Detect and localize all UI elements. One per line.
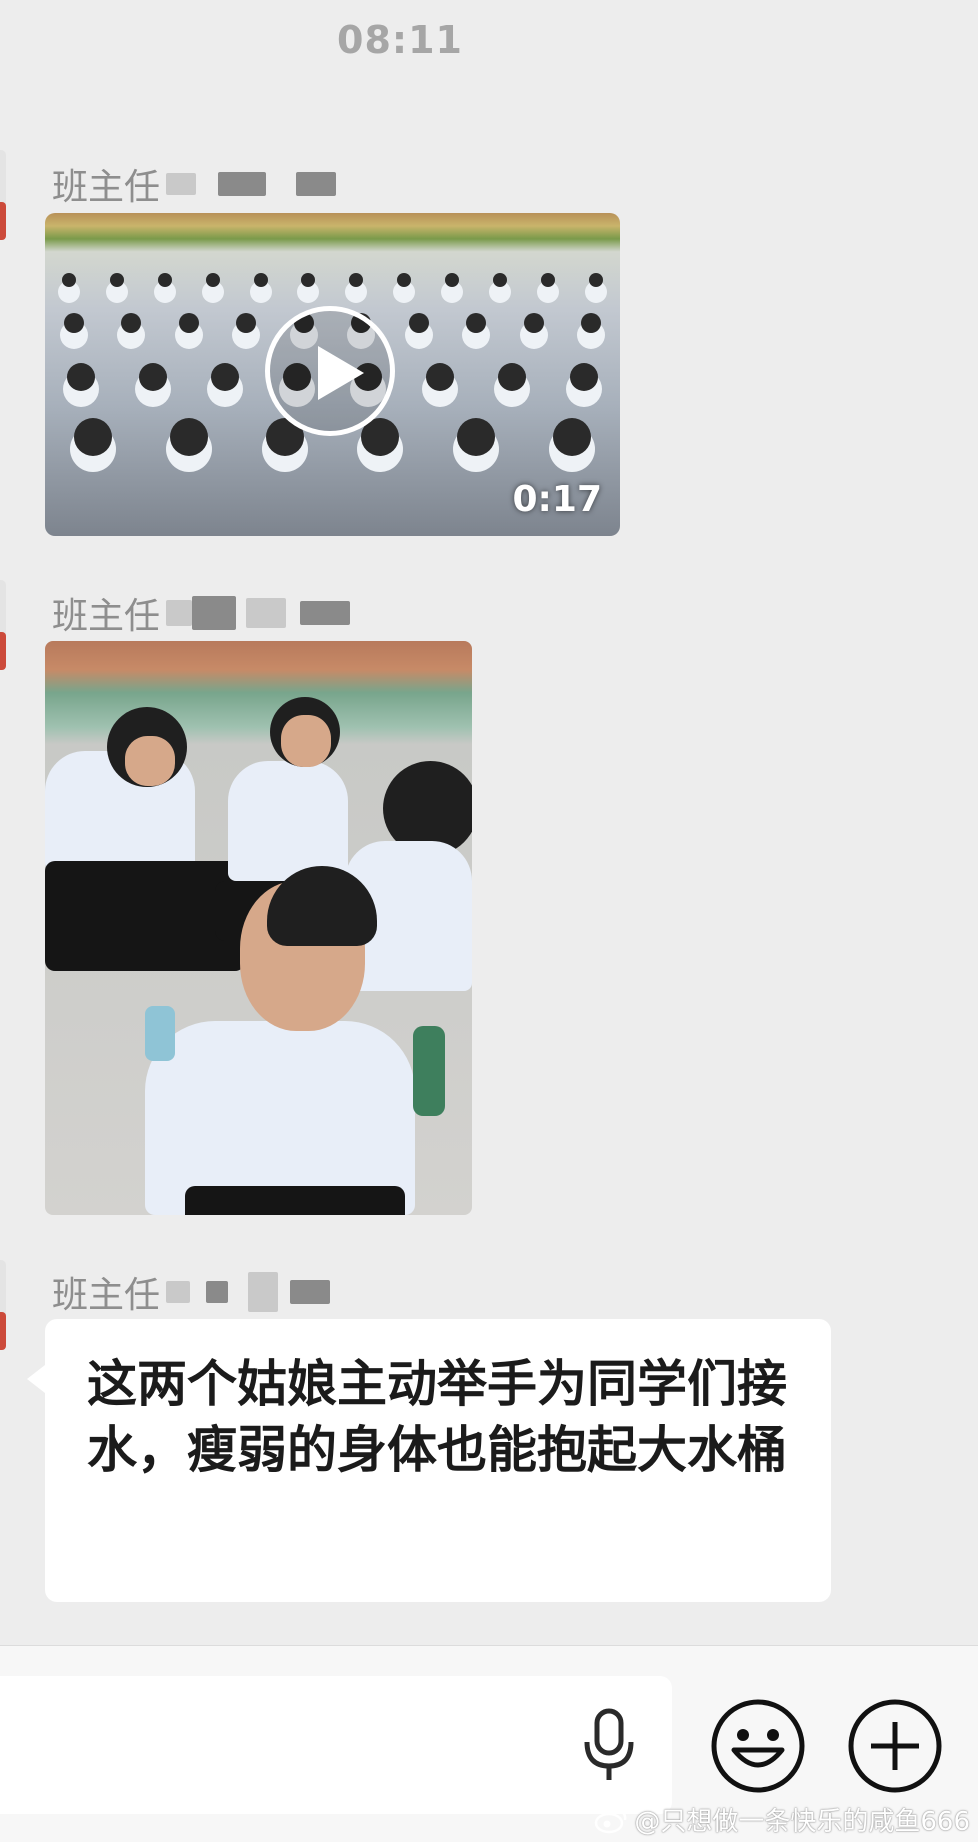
sender-name-label: 班主任 — [52, 167, 161, 208]
redacted-name — [218, 172, 267, 196]
redacted-name — [296, 172, 337, 196]
watermark-text: @只想做一条快乐的咸鱼666 — [634, 1807, 970, 1837]
sender-name-label: 班主任 — [52, 1275, 161, 1316]
redacted-name — [166, 1281, 191, 1303]
sender-name: 班主任 — [52, 1266, 331, 1318]
sender-name-label: 班主任 — [52, 596, 161, 637]
video-message[interactable]: 0:17 — [45, 213, 620, 536]
redacted-name — [290, 1280, 331, 1304]
message-text: 这两个姑娘主动举手为同学们接水，瘦弱的身体也能抱起大水桶 — [87, 1355, 787, 1479]
sender-name: 班主任 — [52, 158, 337, 210]
redacted-name — [192, 596, 237, 630]
redacted-name — [246, 598, 287, 628]
sender-avatar[interactable] — [0, 1260, 6, 1350]
plus-icon[interactable] — [847, 1698, 943, 1794]
redacted-name — [248, 1272, 279, 1312]
watermark: @只想做一条快乐的咸鱼666 — [594, 1801, 970, 1838]
image-message[interactable] — [45, 641, 472, 1215]
redacted-name — [206, 1281, 229, 1303]
sender-name: 班主任 — [52, 587, 351, 639]
redacted-name — [166, 173, 197, 195]
message-timestamp: 08:11 — [337, 18, 463, 62]
redacted-name — [166, 600, 193, 626]
video-duration: 0:17 — [512, 479, 602, 520]
microphone-icon[interactable] — [580, 1708, 638, 1784]
smiley-icon[interactable] — [710, 1698, 806, 1794]
weibo-icon — [595, 1808, 627, 1833]
sender-avatar[interactable] — [0, 150, 6, 240]
chat-input-bar: @只想做一条快乐的咸鱼666 — [0, 1645, 978, 1842]
message-input[interactable] — [0, 1676, 672, 1814]
play-icon[interactable] — [265, 306, 395, 436]
text-message-bubble[interactable]: 这两个姑娘主动举手为同学们接水，瘦弱的身体也能抱起大水桶 — [27, 1319, 831, 1602]
redacted-name — [300, 601, 351, 625]
sender-avatar[interactable] — [0, 580, 6, 670]
